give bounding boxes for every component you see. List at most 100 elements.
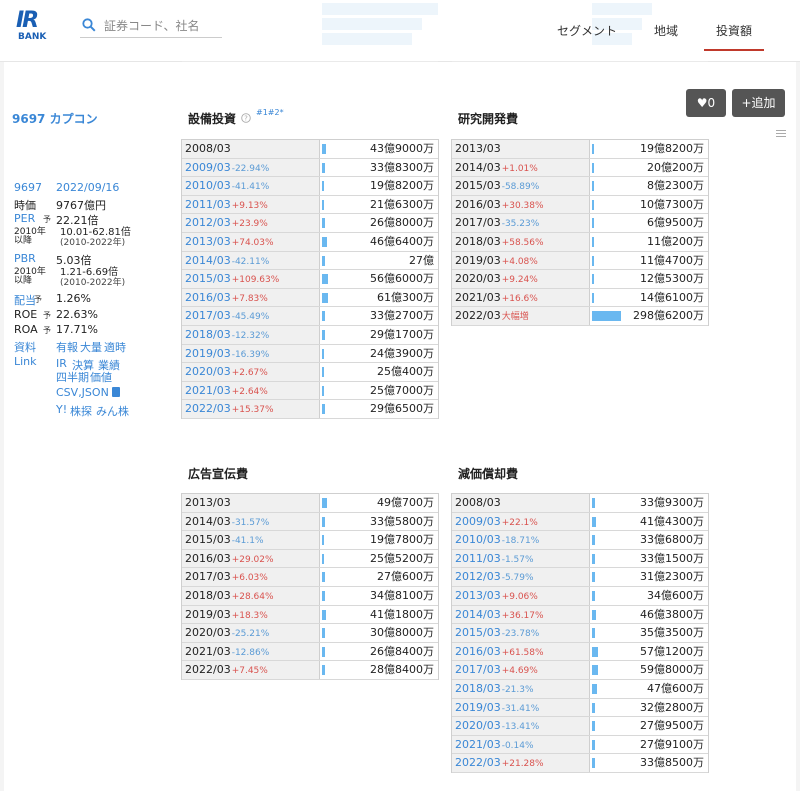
row-label: 2017/03+4.69% — [452, 661, 590, 679]
download-icon[interactable] — [112, 387, 120, 397]
fiscal-year[interactable]: 2015/03 — [455, 626, 501, 639]
yoy-change: -58.89% — [501, 182, 540, 193]
value-bar — [322, 199, 325, 210]
table-row: 2015/03+109.63% 56億6000万 — [182, 270, 438, 289]
fiscal-year[interactable]: 2014/03 — [455, 608, 501, 621]
add-watchlist-button[interactable]: +追加 — [732, 89, 785, 117]
help-icon[interactable]: ? — [241, 113, 251, 123]
fiscal-year[interactable]: 2013/03 — [455, 589, 501, 602]
value-bar — [322, 367, 325, 378]
value-bar — [322, 646, 325, 657]
like-button[interactable]: ♥0 — [686, 89, 726, 117]
doc-link[interactable]: 大量 — [80, 339, 102, 355]
fiscal-year: 2008/03 — [185, 142, 231, 155]
fiscal-year[interactable]: 2021/03 — [185, 384, 231, 397]
external-link[interactable]: みん株 — [96, 403, 129, 419]
row-label: 2015/03-23.78% — [452, 624, 590, 642]
fiscal-year[interactable]: 2017/03 — [455, 663, 501, 676]
value-bar — [322, 292, 328, 303]
row-value: 31億2300万 — [640, 570, 704, 584]
fiscal-year[interactable]: 2017/03 — [185, 309, 231, 322]
fiscal-year: 2021/03 — [455, 290, 501, 304]
fiscal-year[interactable]: 2021/03 — [455, 738, 501, 751]
menu-icon[interactable] — [776, 130, 786, 139]
external-link[interactable]: 四半期 — [56, 369, 89, 385]
value-bar — [592, 646, 598, 657]
fiscal-year: 2016/03 — [455, 197, 501, 211]
irbank-logo[interactable]: IR BANK — [16, 10, 56, 46]
row-value: 26億8400万 — [370, 644, 434, 658]
fiscal-year[interactable]: 2010/03 — [455, 533, 501, 546]
metric-label[interactable]: 配当 — [14, 292, 36, 308]
row-value: 27億9500万 — [640, 719, 704, 733]
fiscal-year[interactable]: 2020/03 — [185, 365, 231, 378]
fiscal-year[interactable]: 2013/03 — [185, 235, 231, 248]
fiscal-year[interactable]: 2016/03 — [455, 645, 501, 658]
table-row: 2017/03-45.49% 33億2700万 — [182, 307, 438, 326]
external-link[interactable]: 株探 — [70, 403, 92, 419]
fiscal-year[interactable]: 2014/03 — [185, 254, 231, 267]
fiscal-year[interactable]: 2011/03 — [455, 552, 501, 565]
table-row: 2021/03+2.64% 25億7000万 — [182, 381, 438, 401]
external-link[interactable]: Y! — [56, 403, 67, 416]
row-value: 6億9500万 — [647, 216, 704, 230]
value-bar — [592, 683, 597, 694]
value-bar — [322, 274, 328, 285]
row-label: 2013/03 — [182, 494, 320, 512]
metric-label[interactable]: PBR — [14, 252, 36, 265]
fiscal-year[interactable]: 2015/03 — [185, 272, 231, 285]
fiscal-year[interactable]: 2011/03 — [185, 198, 231, 211]
metric-label: ROA — [14, 323, 38, 336]
row-label: 2022/03+21.28% — [452, 754, 590, 772]
fiscal-year[interactable]: 2019/03 — [455, 701, 501, 714]
fiscal-year[interactable]: 2022/03 — [455, 756, 501, 769]
value-bar — [322, 236, 327, 247]
fiscal-year[interactable]: 2009/03 — [455, 515, 501, 528]
table-row: 2010/03-41.41% 19億8200万 — [182, 177, 438, 196]
nav-investment[interactable]: 投資額 — [704, 22, 764, 51]
row-label: 2012/03-5.79% — [452, 568, 590, 586]
data-date[interactable]: 2022/09/16 — [56, 181, 119, 194]
search-input[interactable] — [104, 16, 220, 36]
table-row: 2016/03+30.38% 10億7300万 — [452, 195, 708, 215]
fiscal-year[interactable]: 2010/03 — [185, 179, 231, 192]
metric-label[interactable]: PER — [14, 212, 35, 225]
company-code[interactable]: 9697 — [14, 181, 42, 194]
doc-link[interactable]: 有報 — [56, 339, 78, 355]
fiscal-year[interactable]: 2012/03 — [455, 570, 501, 583]
doc-link[interactable]: 適時 — [104, 339, 126, 355]
value-bar — [592, 535, 596, 546]
row-label: 2022/03+15.37% — [182, 400, 320, 418]
external-link[interactable]: 価値 — [90, 369, 112, 385]
table-row: 2016/03+61.58% 57億1200万 — [452, 642, 708, 662]
fiscal-year[interactable]: 2012/03 — [185, 216, 231, 229]
value-bar — [592, 609, 597, 620]
yoy-change: -16.39% — [231, 349, 270, 360]
nav-region[interactable]: 地域 — [654, 22, 678, 39]
value-bar — [322, 498, 327, 508]
table-row: 2010/03-18.71% 33億6800万 — [452, 531, 708, 550]
fiscal-year[interactable]: 2016/03 — [185, 291, 231, 304]
table-row: 2016/03+29.02% 25億5200万 — [182, 549, 438, 569]
value-bar — [592, 274, 594, 285]
fiscal-year: 2015/03 — [455, 179, 501, 193]
company-title[interactable]: 9697 カプコン — [12, 110, 98, 127]
fiscal-year[interactable]: 2020/03 — [455, 719, 501, 732]
row-value: 298億6200万 — [633, 309, 704, 323]
row-value: 43億9000万 — [370, 142, 434, 155]
fiscal-year[interactable]: 2022/03 — [185, 402, 231, 415]
value-bar — [322, 553, 325, 564]
fiscal-year[interactable]: 2019/03 — [185, 347, 231, 360]
fiscal-year[interactable]: 2018/03 — [185, 328, 231, 341]
row-label: 2016/03+30.38% — [452, 195, 590, 214]
row-label: 2018/03+58.56% — [452, 232, 590, 251]
row-label: 2017/03-45.49% — [182, 307, 320, 325]
fiscal-year[interactable]: 2018/03 — [455, 682, 501, 695]
capex-notes[interactable]: #1#2* — [256, 108, 284, 117]
fiscal-year[interactable]: 2009/03 — [185, 161, 231, 174]
fiscal-year: 2017/03 — [455, 216, 501, 230]
row-value: 25億7000万 — [370, 383, 434, 397]
nav-segment[interactable]: セグメント — [557, 22, 617, 39]
forecast-mark: 予 — [43, 215, 51, 224]
csv-json-link[interactable]: CSV,JSON — [56, 386, 109, 399]
